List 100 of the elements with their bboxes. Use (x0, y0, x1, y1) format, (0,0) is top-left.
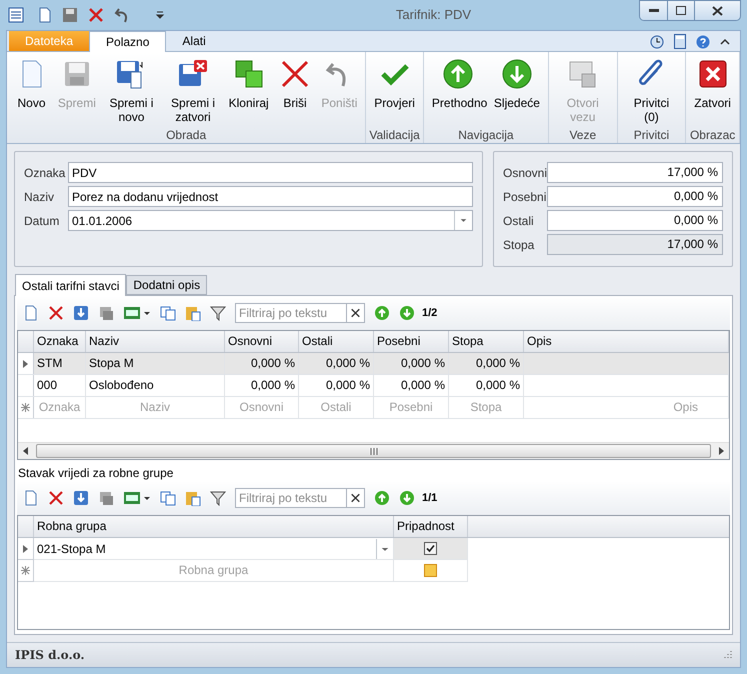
copy-icon[interactable] (160, 305, 176, 321)
delete-icon[interactable] (48, 490, 64, 506)
close-icon (712, 6, 723, 16)
paste-icon[interactable] (185, 490, 201, 506)
ribbon-group-label: Privitci (632, 127, 670, 143)
spreadsheet-dropdown-icon[interactable] (123, 490, 151, 506)
clock-icon[interactable] (650, 34, 664, 48)
new-row-icon (21, 403, 30, 412)
column-header[interactable]: Oznaka (34, 331, 86, 352)
ribbon-button[interactable]: Novo (10, 56, 53, 126)
download-icon[interactable] (73, 490, 89, 506)
tab[interactable]: Ostali tarifni stavci (15, 274, 126, 296)
column-header[interactable]: Opis (524, 331, 729, 352)
column-header[interactable]: Stopa (449, 331, 524, 352)
filter-field[interactable]: Filtriraj po tekstu (235, 303, 365, 323)
field-label: Ostali (503, 212, 535, 230)
app-icon[interactable] (8, 7, 24, 23)
checkbox[interactable] (424, 564, 437, 577)
document-icon[interactable] (98, 490, 114, 506)
table-cell: 0,000 % (299, 375, 374, 396)
ribbon-button[interactable]: Sljedeće (488, 56, 545, 126)
text-field[interactable]: Porez na dodanu vrijednost (68, 186, 473, 207)
filter-field[interactable]: Filtriraj po tekstu (235, 488, 365, 508)
delete-icon (279, 58, 311, 90)
horizontal-scrollbar[interactable] (18, 442, 729, 459)
new-page-icon[interactable] (23, 490, 39, 506)
ribbon-button[interactable]: Prethodno (426, 56, 489, 126)
grip-icon (370, 448, 378, 454)
restore-icon (676, 6, 686, 15)
record-counter: 1/1 (422, 490, 438, 506)
ribbon-button[interactable]: Briši (274, 56, 316, 126)
delete-icon[interactable] (48, 305, 64, 321)
row-indicator-icon (22, 360, 28, 368)
help-icon[interactable] (696, 34, 710, 48)
ribbon-group-label: Obrazac (689, 127, 736, 143)
table-cell: 0,000 % (225, 353, 299, 374)
column-header[interactable]: Pripadnost (394, 516, 468, 537)
table-cell: Stopa M (86, 353, 225, 374)
ribbon-button[interactable]: Provjeri (369, 56, 420, 126)
text-field[interactable]: PDV (68, 162, 473, 183)
minimize-button[interactable] (640, 1, 667, 20)
percent-field[interactable]: 17,000 % (547, 162, 723, 183)
table-cell: STM (34, 353, 86, 374)
filter-icon[interactable] (210, 490, 226, 506)
table-cell: 0,000 % (449, 353, 524, 374)
table-cell: 0,000 % (449, 375, 524, 396)
checkbox[interactable] (424, 542, 437, 555)
percent-field[interactable]: 0,000 % (547, 186, 723, 207)
ribbon-button[interactable]: Spremi i novo (100, 56, 162, 126)
ribbon-group-label: Navigacija (457, 127, 515, 143)
table-row[interactable]: STM Stopa M 0,000 % 0,000 % 0,000 % 0,000 % (18, 353, 729, 375)
column-header[interactable]: Posebni (374, 331, 449, 352)
column-header[interactable]: Ostali (299, 331, 374, 352)
date-field[interactable]: 01.01.2006 (68, 210, 473, 231)
ribbon-tab[interactable]: Alati (166, 31, 222, 51)
ribbon-tab[interactable]: Polazno (89, 31, 166, 52)
table-row[interactable]: 000 Oslobođeno 0,000 % 0,000 % 0,000 % 0,000 % (18, 375, 729, 397)
document-icon[interactable] (98, 305, 114, 321)
delete-icon[interactable] (88, 7, 104, 23)
close-button[interactable] (694, 1, 740, 20)
column-header[interactable]: Naziv (86, 331, 225, 352)
window-title: Tarifnik: PDV (394, 6, 472, 24)
restore-button[interactable] (667, 1, 694, 20)
ribbon-button[interactable]: Zatvori (689, 56, 736, 126)
tab[interactable]: Dodatni opis (126, 275, 208, 295)
filter-icon[interactable] (210, 305, 226, 321)
minimize-icon (648, 8, 658, 12)
table-cell: 0,000 % (225, 375, 299, 396)
column-header[interactable]: Robna grupa (34, 516, 394, 537)
resize-grip-icon[interactable] (722, 650, 732, 660)
table-cell: 0,000 % (299, 353, 374, 374)
floppy-icon[interactable] (62, 7, 78, 23)
paste-icon[interactable] (185, 305, 201, 321)
cubes-icon (232, 58, 265, 90)
ribbon-button[interactable]: Privitci (0) (620, 56, 682, 126)
percent-field[interactable]: 0,000 % (547, 210, 723, 231)
table-cell: Oslobođeno (86, 375, 225, 396)
ribbon-group-label: Obrada (165, 127, 208, 143)
status-text: IPIS d.o.o. (15, 647, 85, 664)
close-icon (696, 58, 729, 90)
dropdown-cell[interactable]: 021-Stopa M (34, 538, 394, 560)
ribbon-button[interactable]: Kloniraj (224, 56, 274, 126)
undo-icon[interactable] (114, 7, 130, 23)
ribbon-button[interactable]: Spremi i zatvori (162, 56, 224, 126)
new-page-icon[interactable] (23, 305, 39, 321)
collapse-icon[interactable] (720, 38, 730, 46)
ribbon-group-label: Validacija (369, 127, 420, 143)
spreadsheet-dropdown-icon[interactable] (123, 305, 151, 321)
field-label: Oznaka (24, 164, 64, 182)
download-icon[interactable] (73, 305, 89, 321)
column-header[interactable]: Osnovni (225, 331, 299, 352)
copy-icon[interactable] (160, 490, 176, 506)
table-cell: 000 (34, 375, 86, 396)
new-row-icon (21, 566, 30, 575)
table-cell: 0,000 % (374, 353, 449, 374)
new-page-icon[interactable] (38, 7, 52, 23)
field-label: Datum (24, 212, 60, 230)
row-indicator-icon (22, 544, 28, 552)
ribbon-group-label: Veze (568, 127, 598, 143)
calculator-icon[interactable] (674, 34, 686, 49)
